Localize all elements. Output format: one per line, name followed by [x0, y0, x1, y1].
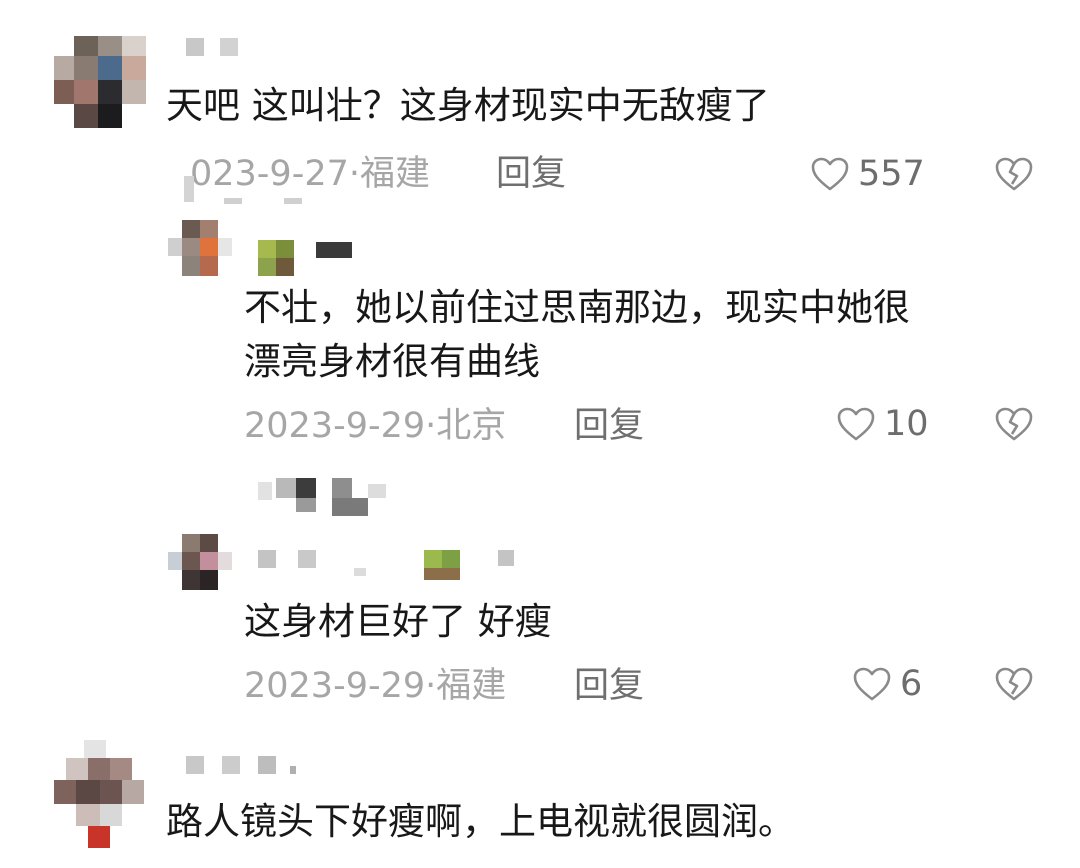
broken-heart-icon: [995, 157, 1033, 191]
comment-text: 路人镜头下好瘦啊，上电视就很圆润。: [166, 800, 795, 843]
username-redacted[interactable]: [258, 240, 354, 276]
like-button[interactable]: 6: [852, 662, 922, 706]
avatar[interactable]: [54, 740, 146, 850]
username-redacted[interactable]: [186, 756, 306, 778]
broken-heart-icon: [995, 407, 1033, 441]
reply-button[interactable]: 回复: [574, 404, 644, 448]
reply-button[interactable]: 回复: [496, 152, 566, 196]
heart-outline-icon: [811, 157, 849, 191]
avatar[interactable]: [54, 36, 146, 128]
like-button[interactable]: 10: [836, 402, 929, 446]
broken-heart-icon: [995, 667, 1033, 701]
comment-meta: 2023-9-29·北京: [244, 404, 506, 448]
username-redacted[interactable]: [186, 38, 246, 56]
redaction-block: [184, 176, 334, 204]
like-count: 557: [858, 154, 925, 194]
meta-separator: ·: [425, 666, 437, 706]
comment-meta: 2023-9-29·福建: [244, 664, 506, 708]
dislike-button[interactable]: [994, 406, 1034, 446]
reply-button[interactable]: 回复: [574, 664, 644, 708]
like-count: 6: [900, 664, 923, 704]
comment-location: 北京: [436, 406, 507, 446]
comment-location: 福建: [436, 666, 507, 706]
heart-outline-icon: [837, 407, 875, 441]
comment-date: 2023-9-29: [244, 666, 426, 706]
comment-text-line2: 漂亮身材很有曲线: [244, 340, 540, 383]
redaction-block: [258, 478, 388, 518]
comment-text-line1: 不壮，她以前住过思南那边，现实中她很: [244, 286, 910, 329]
like-count: 10: [884, 404, 929, 444]
dislike-button[interactable]: [994, 156, 1034, 196]
username-redacted[interactable]: [258, 550, 522, 584]
comment-text: 这身材巨好了 好瘦: [244, 600, 552, 643]
dislike-button[interactable]: [994, 666, 1034, 706]
heart-outline-icon: [853, 667, 891, 701]
like-button[interactable]: 557: [810, 152, 925, 196]
meta-separator: ·: [425, 406, 437, 446]
comment-date: 2023-9-29: [244, 406, 426, 446]
comment-location: 福建: [360, 154, 431, 194]
avatar[interactable]: [168, 220, 240, 276]
comment-text: 天吧 这叫壮？这身材现实中无敌瘦了: [166, 84, 770, 127]
meta-separator: ·: [348, 154, 361, 194]
avatar[interactable]: [168, 534, 240, 590]
